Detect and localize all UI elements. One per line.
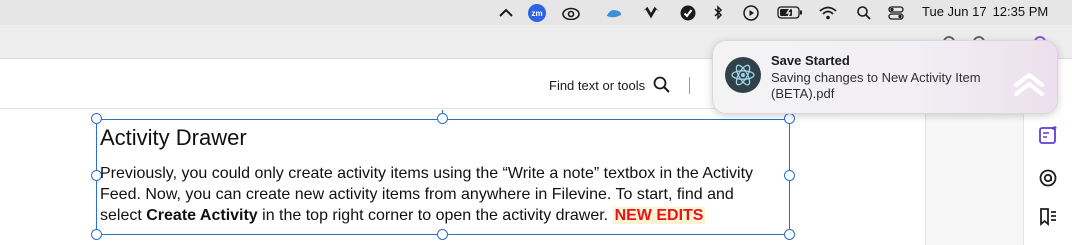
menubar-date: Tue Jun 17 <box>922 4 987 19</box>
new-edits-highlight: NEW EDITS <box>612 207 706 224</box>
notification-title: Save Started <box>771 53 850 68</box>
app-icon <box>725 57 761 93</box>
resize-handle-top-left[interactable] <box>91 113 102 124</box>
section-heading[interactable]: Activity Drawer <box>100 125 247 151</box>
notification-body: Saving changes to New Activity Item (BET… <box>771 70 981 101</box>
body-line-3-start: select <box>100 207 147 224</box>
cloud-sync-icon[interactable] <box>605 4 623 21</box>
body-line-1: Previously, you could only create activi… <box>100 165 754 182</box>
creative-cloud-icon[interactable] <box>562 4 580 21</box>
chevron-up-icon[interactable] <box>497 4 515 21</box>
comment-icon[interactable] <box>1037 167 1059 189</box>
play-circle-icon[interactable] <box>742 4 760 21</box>
chevron-up-icon[interactable] <box>1013 71 1045 97</box>
menubar-clock[interactable]: Tue Jun 17 12:35 PM <box>922 4 1054 19</box>
search-icon[interactable] <box>855 4 873 21</box>
check-circle-icon[interactable] <box>679 4 697 21</box>
body-line-3: select Create Activity in the top right … <box>100 205 792 226</box>
wings-icon[interactable] <box>642 4 660 21</box>
body-line-3-end: in the top right corner to open the acti… <box>257 207 613 224</box>
wifi-icon[interactable] <box>819 4 837 21</box>
zoom-icon[interactable]: zm <box>528 4 546 22</box>
menubar-time: 12:35 PM <box>992 4 1049 19</box>
create-activity-text: Create Activity <box>146 207 258 224</box>
bookmark-list-icon[interactable] <box>1037 206 1059 228</box>
resize-handle-top-right[interactable] <box>784 113 795 124</box>
resize-handle-bottom-right[interactable] <box>784 229 795 240</box>
resize-handle-top[interactable] <box>437 113 448 124</box>
resize-handle-bottom-left[interactable] <box>91 229 102 240</box>
menu-bar: zm Tue Jun 17 12:35 PM <box>0 0 1072 25</box>
search-icon[interactable] <box>653 76 671 94</box>
section-body[interactable]: Previously, you could only create activi… <box>100 163 792 226</box>
battery-icon[interactable] <box>777 4 803 21</box>
toolbar-divider <box>689 77 690 94</box>
save-notification[interactable]: Save Started Saving changes to New Activ… <box>712 40 1058 114</box>
body-line-2: Feed. Now, you can create new activity i… <box>100 186 734 203</box>
find-text-label[interactable]: Find text or tools <box>549 78 645 93</box>
control-center-icon[interactable] <box>887 4 905 21</box>
bluetooth-icon[interactable] <box>709 4 727 21</box>
form-edit-icon[interactable] <box>1037 124 1059 146</box>
resize-handle-bottom[interactable] <box>437 229 448 240</box>
